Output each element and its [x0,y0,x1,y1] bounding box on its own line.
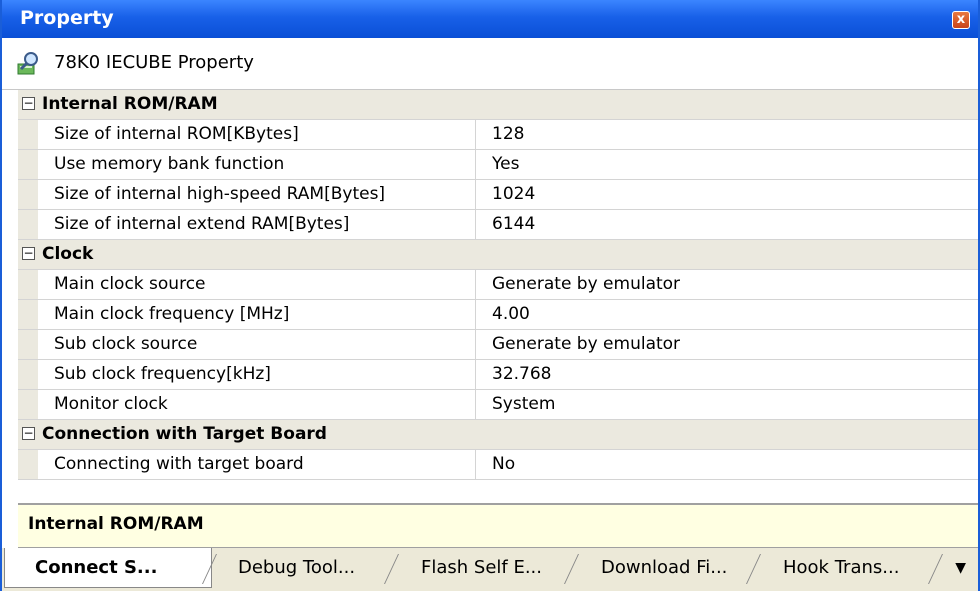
tab[interactable]: Connect S... [4,548,217,588]
property-name: Monitor clock [18,390,476,419]
property-value[interactable]: 32.768 [492,360,551,388]
row-gutter [18,150,38,179]
property-name: Size of internal extend RAM[Bytes] [18,210,476,239]
tab[interactable]: Debug Tool... [212,548,399,588]
property-magnifier-icon [17,52,38,75]
property-name: Main clock source [18,270,476,299]
property-value[interactable]: Generate by emulator [492,270,680,298]
property-row[interactable]: Sub clock source Generate by emulator [18,330,978,360]
property-name: Size of internal ROM[KBytes] [18,120,476,149]
property-value[interactable]: Generate by emulator [492,330,680,358]
property-value[interactable]: Yes [492,150,519,178]
tab-separator [928,554,943,584]
row-gutter [18,360,38,389]
property-name: Main clock frequency [MHz] [18,300,476,329]
collapse-icon[interactable]: − [22,427,35,440]
tab-overflow-icon[interactable]: ▼ [955,560,966,576]
property-value[interactable]: 6144 [492,210,535,238]
row-gutter [18,330,38,359]
property-name: Connecting with target board [18,450,476,479]
category-label: Internal ROM/RAM [42,94,218,114]
tab-label: Download Fi... [601,557,728,578]
panel-title: Property [20,7,114,29]
tab-label: Debug Tool... [238,557,356,578]
tab[interactable]: Flash Self E... [395,548,579,588]
title-bar: Property x [2,0,978,38]
property-value[interactable]: System [492,390,555,418]
category-label: Connection with Target Board [42,424,327,444]
property-name: Use memory bank function [18,150,476,179]
row-gutter [18,270,38,299]
property-row[interactable]: Connecting with target board No [18,450,978,480]
close-button[interactable]: x [952,11,970,29]
property-value[interactable]: 1024 [492,180,535,208]
row-gutter [18,390,38,419]
property-header-label: 78K0 IECUBE Property [54,52,254,73]
description-text: Internal ROM/RAM [28,514,204,534]
property-row[interactable]: Size of internal ROM[KBytes] 128 [18,120,978,150]
property-row[interactable]: Use memory bank function Yes [18,150,978,180]
collapse-icon[interactable]: − [22,97,35,110]
category-row[interactable]: − Connection with Target Board [18,420,978,450]
tab-label: Flash Self E... [421,557,542,578]
description-pane: Internal ROM/RAM [18,503,978,548]
property-value[interactable]: No [492,450,515,478]
tab[interactable]: Download Fi... [575,548,761,588]
category-row[interactable]: − Clock [18,240,978,270]
row-gutter [18,210,38,239]
category-row[interactable]: − Internal ROM/RAM [18,90,978,120]
property-row[interactable]: Size of internal high-speed RAM[Bytes] 10… [18,180,978,210]
row-gutter [18,180,38,209]
property-panel: Property x 78K0 IECUBE Property − Interna… [0,0,980,591]
property-value[interactable]: 4.00 [492,300,530,328]
row-gutter [18,450,38,479]
property-row[interactable]: Main clock source Generate by emulator [18,270,978,300]
property-row[interactable]: Main clock frequency [MHz] 4.00 [18,300,978,330]
property-name: Sub clock source [18,330,476,359]
property-name: Size of internal high-speed RAM[Bytes] [18,180,476,209]
property-row[interactable]: Monitor clock System [18,390,978,420]
property-header: 78K0 IECUBE Property [2,38,978,90]
property-value[interactable]: 128 [492,120,524,148]
tab-label: Connect S... [35,557,158,578]
tab-label: Hook Trans... [783,557,900,578]
property-row[interactable]: Sub clock frequency[kHz] 32.768 [18,360,978,390]
category-label: Clock [42,244,94,264]
tab-bar: ▼ Connect S... Debug Tool... Flash Self E.… [2,548,978,591]
property-grid: − Internal ROM/RAM Size of internal ROM[KB… [18,90,978,480]
row-gutter [18,300,38,329]
property-name: Sub clock frequency[kHz] [18,360,476,389]
tab[interactable]: Hook Trans... [757,548,943,588]
property-row[interactable]: Size of internal extend RAM[Bytes] 6144 [18,210,978,240]
collapse-icon[interactable]: − [22,247,35,260]
row-gutter [18,120,38,149]
